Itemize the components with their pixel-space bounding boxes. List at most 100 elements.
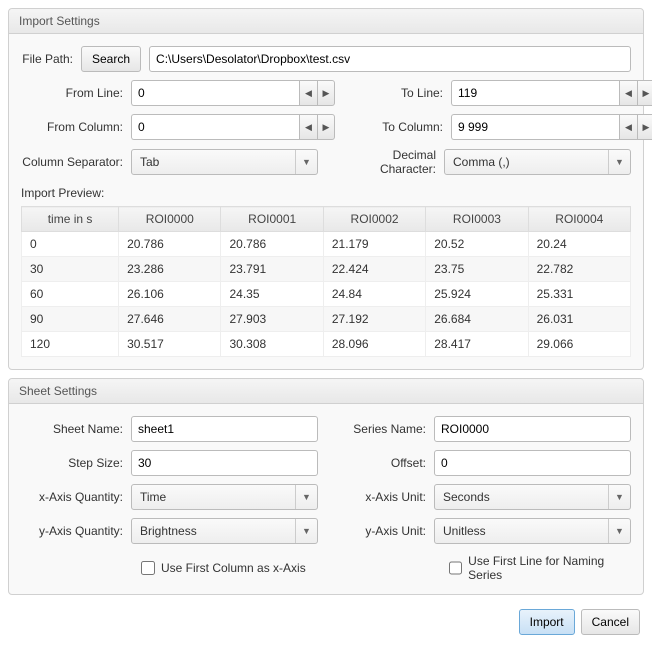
to-col-label: To Column:: [351, 120, 451, 134]
y-qty-value: Brightness: [132, 524, 295, 538]
series-name-label: Series Name:: [334, 422, 434, 436]
table-header: ROI0001: [221, 207, 323, 232]
chevron-down-icon: ▼: [608, 519, 630, 543]
table-cell: 20.786: [221, 232, 323, 257]
table-cell: 30.308: [221, 332, 323, 357]
x-qty-select[interactable]: Time ▼: [131, 484, 318, 510]
x-unit-select[interactable]: Seconds ▼: [434, 484, 631, 510]
table-cell: 28.096: [323, 332, 425, 357]
from-line-spinner[interactable]: ◀ ▶: [131, 80, 335, 106]
table-row: 3023.28623.79122.42423.7522.782: [22, 257, 631, 282]
table-cell: 27.646: [119, 307, 221, 332]
from-line-down-icon[interactable]: ◀: [299, 80, 317, 106]
y-qty-select[interactable]: Brightness ▼: [131, 518, 318, 544]
from-line-label: From Line:: [21, 86, 131, 100]
table-cell: 23.791: [221, 257, 323, 282]
table-row: 9027.64627.90327.19226.68426.031: [22, 307, 631, 332]
step-size-label: Step Size:: [21, 456, 131, 470]
table-header: ROI0003: [426, 207, 528, 232]
cancel-button[interactable]: Cancel: [581, 609, 640, 635]
from-col-up-icon[interactable]: ▶: [317, 114, 335, 140]
file-path-input[interactable]: [149, 46, 631, 72]
table-cell: 25.924: [426, 282, 528, 307]
sheet-settings-header: Sheet Settings: [9, 379, 643, 404]
to-col-spinner[interactable]: ◀ ▶: [451, 114, 652, 140]
from-col-down-icon[interactable]: ◀: [299, 114, 317, 140]
to-line-up-icon[interactable]: ▶: [637, 80, 652, 106]
table-row: 6026.10624.3524.8425.92425.331: [22, 282, 631, 307]
search-button[interactable]: Search: [81, 46, 141, 72]
to-col-input[interactable]: [451, 114, 619, 140]
table-cell: 24.35: [221, 282, 323, 307]
table-cell: 20.52: [426, 232, 528, 257]
use-first-col-label: Use First Column as x-Axis: [161, 561, 306, 575]
from-line-up-icon[interactable]: ▶: [317, 80, 335, 106]
to-col-up-icon[interactable]: ▶: [637, 114, 652, 140]
table-cell: 23.286: [119, 257, 221, 282]
table-cell: 30.517: [119, 332, 221, 357]
chevron-down-icon: ▼: [608, 485, 630, 509]
chevron-down-icon: ▼: [608, 150, 630, 174]
col-sep-label: Column Separator:: [21, 155, 131, 169]
sheet-settings-panel: Sheet Settings Sheet Name: Series Name: …: [8, 378, 644, 595]
table-cell: 26.106: [119, 282, 221, 307]
table-row: 12030.51730.30828.09628.41729.066: [22, 332, 631, 357]
from-line-input[interactable]: [131, 80, 299, 106]
y-qty-label: y-Axis Quantity:: [21, 524, 131, 538]
x-qty-value: Time: [132, 490, 295, 504]
chevron-down-icon: ▼: [295, 150, 317, 174]
table-cell: 0: [22, 232, 119, 257]
table-cell: 90: [22, 307, 119, 332]
to-line-spinner[interactable]: ◀ ▶: [451, 80, 652, 106]
chevron-down-icon: ▼: [295, 485, 317, 509]
table-row: 020.78620.78621.17920.5220.24: [22, 232, 631, 257]
table-cell: 22.424: [323, 257, 425, 282]
table-cell: 27.903: [221, 307, 323, 332]
table-cell: 23.75: [426, 257, 528, 282]
to-line-input[interactable]: [451, 80, 619, 106]
use-first-line-checkbox[interactable]: [449, 561, 462, 575]
series-name-input[interactable]: [434, 416, 631, 442]
preview-table: time in sROI0000ROI0001ROI0002ROI0003ROI…: [21, 206, 631, 357]
table-cell: 30: [22, 257, 119, 282]
col-sep-value: Tab: [132, 155, 295, 169]
import-button[interactable]: Import: [519, 609, 575, 635]
use-first-line-label: Use First Line for Naming Series: [468, 554, 631, 582]
table-cell: 26.031: [528, 307, 630, 332]
table-cell: 25.331: [528, 282, 630, 307]
y-unit-value: Unitless: [435, 524, 608, 538]
y-unit-select[interactable]: Unitless ▼: [434, 518, 631, 544]
table-cell: 29.066: [528, 332, 630, 357]
table-cell: 27.192: [323, 307, 425, 332]
from-col-input[interactable]: [131, 114, 299, 140]
x-unit-label: x-Axis Unit:: [334, 490, 434, 504]
dec-char-select[interactable]: Comma (,) ▼: [444, 149, 631, 175]
table-header: ROI0000: [119, 207, 221, 232]
table-header: ROI0004: [528, 207, 630, 232]
table-cell: 26.684: [426, 307, 528, 332]
step-size-input[interactable]: [131, 450, 318, 476]
sheet-name-label: Sheet Name:: [21, 422, 131, 436]
table-cell: 20.786: [119, 232, 221, 257]
to-line-down-icon[interactable]: ◀: [619, 80, 637, 106]
import-settings-header: Import Settings: [9, 9, 643, 34]
file-path-label: File Path:: [21, 52, 81, 66]
dec-char-label: Decimal Character:: [334, 148, 444, 176]
chevron-down-icon: ▼: [295, 519, 317, 543]
dec-char-value: Comma (,): [445, 155, 608, 169]
from-col-spinner[interactable]: ◀ ▶: [131, 114, 335, 140]
preview-label: Import Preview:: [21, 186, 631, 200]
sheet-name-input[interactable]: [131, 416, 318, 442]
table-cell: 20.24: [528, 232, 630, 257]
col-sep-select[interactable]: Tab ▼: [131, 149, 318, 175]
to-line-label: To Line:: [351, 86, 451, 100]
offset-input[interactable]: [434, 450, 631, 476]
use-first-col-checkbox[interactable]: [141, 561, 155, 575]
table-cell: 21.179: [323, 232, 425, 257]
x-qty-label: x-Axis Quantity:: [21, 490, 131, 504]
table-header: time in s: [22, 207, 119, 232]
table-cell: 60: [22, 282, 119, 307]
x-unit-value: Seconds: [435, 490, 608, 504]
table-cell: 24.84: [323, 282, 425, 307]
to-col-down-icon[interactable]: ◀: [619, 114, 637, 140]
